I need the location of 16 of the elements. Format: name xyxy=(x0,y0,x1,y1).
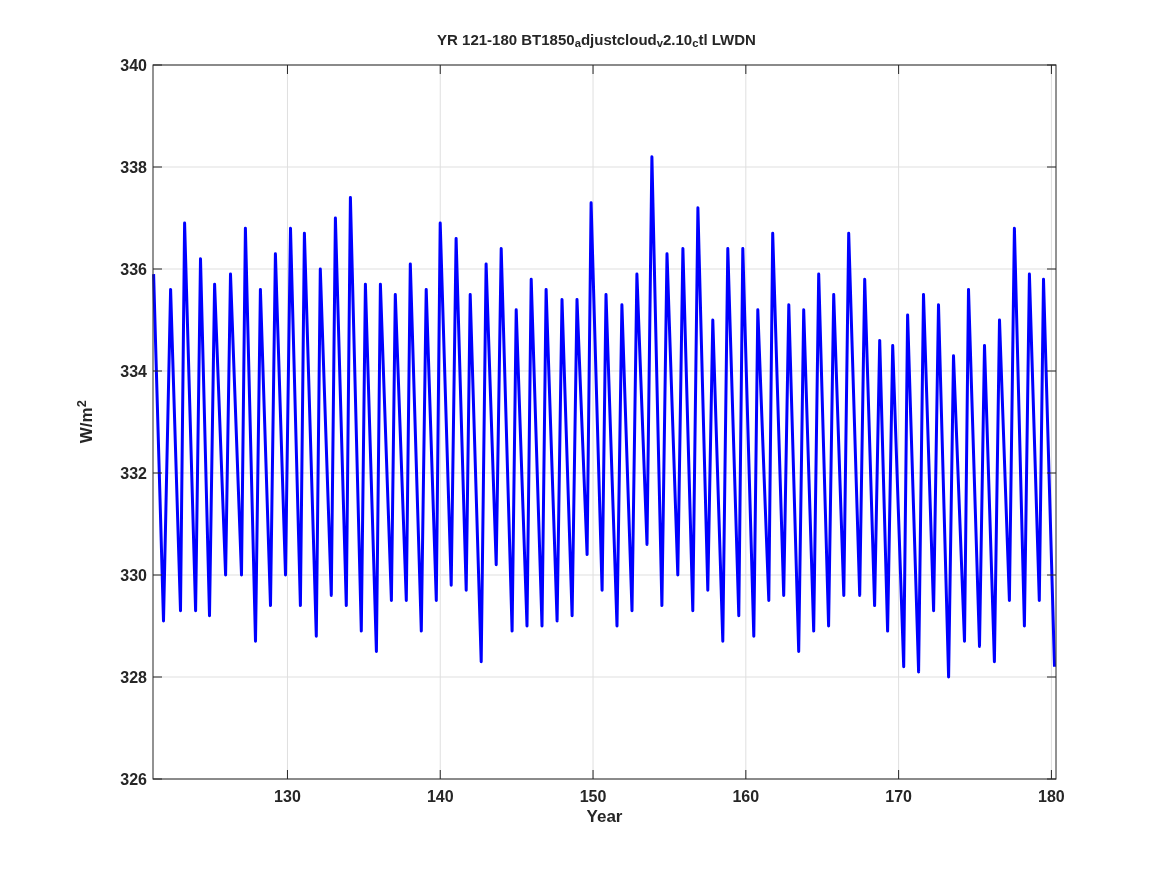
y-tick-label: 328 xyxy=(120,669,147,686)
y-tick-label: 338 xyxy=(120,159,147,176)
x-tick-label: 150 xyxy=(579,788,607,805)
x-tick-label: 130 xyxy=(274,788,301,805)
x-tick-label: 160 xyxy=(732,788,760,805)
y-tick-label: 326 xyxy=(120,771,147,788)
chart-title: YR 121-180 BT1850$_{a}$djustcloud$_{v}$2.10$_{c}$tl LWDN xyxy=(437,29,756,51)
x-tick-label: 170 xyxy=(885,788,912,805)
x-tick-label: 180 xyxy=(1038,788,1065,805)
y-tick-label: 336 xyxy=(120,261,147,278)
x-axis-label: Year xyxy=(586,807,623,826)
y-tick-label: 332 xyxy=(120,465,147,482)
y-tick-label: 330 xyxy=(120,567,147,584)
y-tick-label: 334 xyxy=(120,363,147,380)
x-tick-label: 140 xyxy=(426,788,454,805)
y-tick-label: 340 xyxy=(120,57,147,74)
